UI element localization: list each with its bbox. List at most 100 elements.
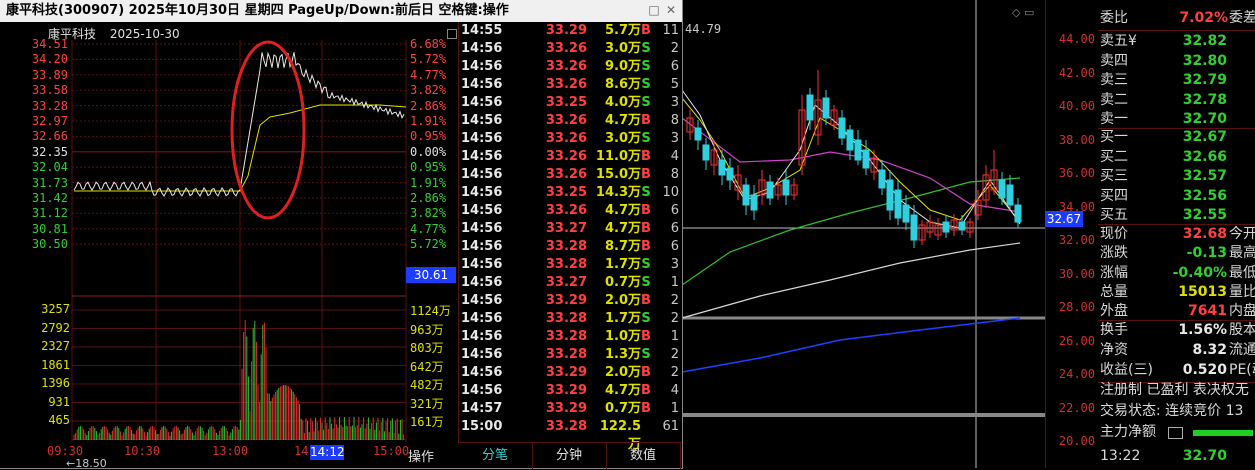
ask-label: 卖二: [1100, 91, 1128, 108]
stat2-label: 净资: [1100, 342, 1128, 358]
candle-body: [838, 117, 846, 139]
tick-list[interactable]: 14:55 33.29 5.7万 B 11 14:56 33.26 3.0万 S 2 14:56 33…: [458, 22, 683, 452]
last-trade-time: 13:22: [1100, 448, 1141, 464]
main-flow-row[interactable]: 主力净额: [1098, 422, 1255, 443]
tick-row: 14:55 33.29 5.7万 B 11: [459, 22, 683, 40]
tick-row: 14:56 33.28 1.3万 S 2: [459, 346, 683, 364]
stat-row: 涨跌 -0.13 最高: [1098, 243, 1255, 264]
tick-row: 14:56 33.28 8.7万 B 6: [459, 238, 683, 256]
tick-time: 14:56: [461, 95, 503, 110]
tick-row: 14:56 33.27 0.7万 S 1: [459, 274, 683, 292]
tick-row: 14:56 33.25 14.3万 S 10: [459, 184, 683, 202]
main-flow-icon[interactable]: [1168, 427, 1183, 439]
stat-value: -0.13: [1186, 245, 1227, 262]
wei-bi-label: 委比: [1100, 10, 1128, 26]
candle-body: [998, 179, 1006, 199]
tick-price: 33.25: [545, 95, 587, 110]
candle-body: [806, 94, 814, 121]
tick-time: 15:00: [461, 419, 503, 434]
ma-indicator-label: 44.79: [685, 22, 722, 36]
tick-direction: S: [641, 311, 651, 326]
tick-direction: S: [641, 185, 651, 200]
bid-row: 买二 32.66: [1098, 147, 1255, 168]
tick-time: 14:56: [461, 239, 503, 254]
price-axis-label: 20.00: [1058, 434, 1095, 448]
tick-count: 6: [670, 203, 679, 218]
vol-right-label: 642万: [410, 359, 444, 374]
tick-row: 14:56 33.28 1.0万 B 1: [459, 328, 683, 346]
intraday-popup-window[interactable]: 康平科技(300907) 2025年10月30日 星期四 PageUp/Down…: [0, 0, 683, 470]
price-left-label: 30.50: [31, 237, 68, 252]
tab-minute[interactable]: 分钟: [532, 443, 607, 469]
tick-volume: 1.0万: [604, 329, 641, 344]
tick-count: 3: [670, 95, 679, 110]
tick-price: 33.26: [545, 203, 587, 218]
stat2-value: 0.520: [1182, 362, 1227, 378]
price-left-label: 34.51: [31, 37, 68, 51]
tick-volume: 2.0万: [604, 293, 641, 308]
tick-price: 33.28: [545, 257, 587, 272]
tick-direction: S: [641, 59, 651, 74]
main-flow-label: 主力净额: [1100, 424, 1156, 440]
ask-row: 卖四 32.80: [1098, 51, 1255, 72]
tick-price: 33.26: [545, 167, 587, 182]
main-flow-bar: [1193, 430, 1253, 436]
tick-count: 4: [670, 149, 679, 164]
tick-count: 3: [670, 257, 679, 272]
tick-count: 11: [662, 23, 679, 38]
price-axis-label: 26.00: [1058, 333, 1095, 348]
tick-time: 14:57: [461, 401, 503, 416]
close-icon[interactable]: ✕: [665, 4, 677, 16]
tick-row: 14:56 33.29 4.7万 B 4: [459, 382, 683, 400]
tick-volume: 9.0万: [604, 59, 641, 74]
current-price-tag: 32.67: [1045, 211, 1083, 227]
tick-time: 14:56: [461, 257, 503, 272]
tick-time: 14:56: [461, 77, 503, 92]
ask-label: 卖五¥: [1100, 33, 1137, 49]
price-left-label: 32.97: [31, 114, 68, 128]
candle-body: [782, 179, 790, 196]
tick-volume: 0.7万: [604, 401, 641, 416]
wei-bi-row: 委比 7.02% 委差: [1098, 8, 1255, 29]
tick-row: 14:56 33.25 4.0万 S 3: [459, 94, 683, 112]
maximize-icon[interactable]: □: [648, 4, 660, 16]
tick-row: 14:56 33.26 8.6万 S 5: [459, 76, 683, 94]
price-axis-label: 36.00: [1058, 166, 1095, 180]
pct-right-label: 0.95%: [410, 129, 447, 144]
tick-direction: B: [641, 149, 651, 164]
tab-values[interactable]: 数值: [606, 443, 681, 469]
tick-direction: B: [641, 365, 651, 380]
stat2-label: 换手: [1100, 322, 1128, 338]
tick-direction: S: [641, 41, 651, 56]
ops-button[interactable]: 操作: [408, 446, 434, 465]
vol-left-label: 3257: [41, 302, 70, 316]
tick-price: 33.29: [545, 401, 587, 416]
tick-time: 14:56: [461, 167, 503, 182]
time-axis-label: 09:30: [47, 444, 84, 458]
tick-count: 6: [670, 221, 679, 236]
bid-label: 买五: [1100, 207, 1128, 223]
tick-tabs[interactable]: 分笔 分钟 数值: [458, 442, 682, 469]
tick-row: 14:56 33.28 1.7万 S 3: [459, 256, 683, 274]
price-axis-label: 40.00: [1058, 99, 1095, 113]
vol-right-label: 321万: [410, 396, 444, 411]
tick-direction: S: [641, 257, 651, 272]
popup-title-bar[interactable]: 康平科技(300907) 2025年10月30日 星期四 PageUp/Down…: [0, 0, 682, 22]
candle-body: [894, 189, 902, 219]
chart-control-icons[interactable]: ◇ ▭: [1012, 6, 1034, 19]
tick-price: 33.28: [545, 239, 587, 254]
tick-volume: 15.0万: [595, 167, 641, 182]
tab-ticks[interactable]: 分笔: [458, 443, 533, 469]
stat-extra-label: 量比: [1229, 283, 1255, 300]
chart-close-icon[interactable]: [447, 29, 457, 39]
price-left-label: 31.73: [31, 175, 68, 190]
bid-row: 买三 32.57: [1098, 166, 1255, 187]
tick-row: 14:56 33.27 4.7万 B 6: [459, 220, 683, 238]
tick-row: 14:56 33.26 3.0万 S 2: [459, 40, 683, 58]
pct-right-label: 4.77%: [410, 221, 447, 236]
tick-row: 14:56 33.29 2.0万 B 2: [459, 292, 683, 310]
last-trade-row: 13:22 32.70: [1098, 446, 1255, 467]
ask-price: 32.82: [1182, 33, 1227, 49]
tick-time: 14:56: [461, 311, 503, 326]
price-axis-label: 42.00: [1058, 65, 1095, 80]
